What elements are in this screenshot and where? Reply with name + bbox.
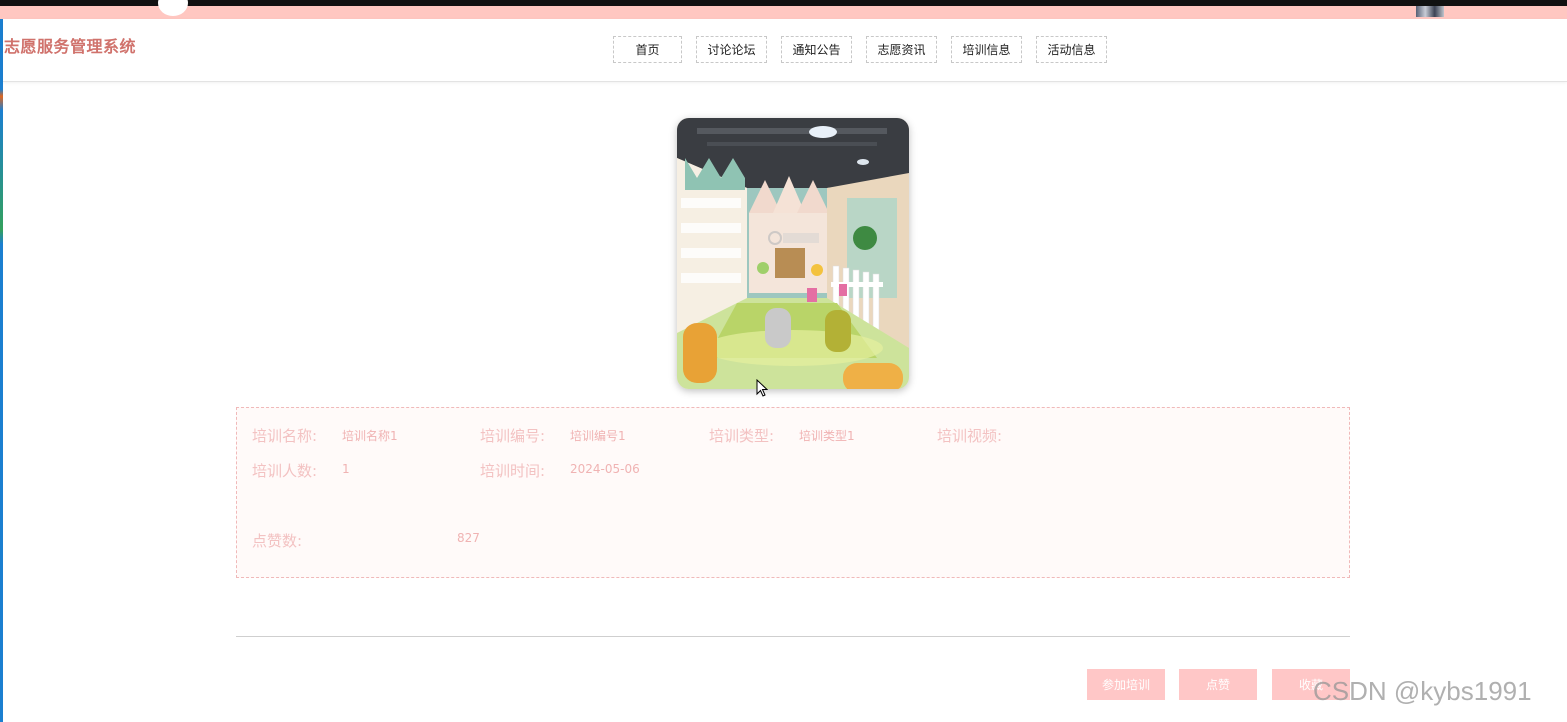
site-logo[interactable]: 志愿服务管理系统 <box>4 33 136 57</box>
training-photo <box>677 118 909 389</box>
main-nav: 首页 讨论论坛 通知公告 志愿资讯 培训信息 活动信息 <box>613 36 1107 63</box>
likes-label: 点赞数: <box>252 532 303 550</box>
classroom-photo-image <box>677 118 909 389</box>
nav-notice[interactable]: 通知公告 <box>781 36 852 63</box>
site-header: 志愿服务管理系统 首页 讨论论坛 通知公告 志愿资讯 培训信息 活动信息 <box>3 19 1567 82</box>
type-label: 培训类型: <box>709 427 775 445</box>
time-value: 2024-05-06 <box>570 462 640 476</box>
left-edge-strip <box>0 19 3 722</box>
code-label: 培训编号: <box>480 427 546 445</box>
code-value: 培训编号1 <box>570 429 626 443</box>
count-label: 培训人数: <box>252 462 318 480</box>
browser-top-strip <box>0 0 1567 19</box>
content-divider <box>236 636 1350 637</box>
video-label: 培训视频: <box>937 427 1003 445</box>
nav-home[interactable]: 首页 <box>613 36 682 63</box>
name-value: 培训名称1 <box>342 429 398 443</box>
nav-news[interactable]: 志愿资讯 <box>866 36 937 63</box>
strip-circle <box>158 0 188 16</box>
name-label: 培训名称: <box>252 427 318 445</box>
nav-forum[interactable]: 讨论论坛 <box>696 36 767 63</box>
likes-value: 827 <box>457 531 480 545</box>
top-dark-bar <box>0 0 1567 6</box>
mouse-pointer-icon <box>756 379 768 397</box>
join-training-button[interactable]: 参加培训 <box>1087 669 1165 700</box>
nav-activity[interactable]: 活动信息 <box>1036 36 1107 63</box>
nav-training[interactable]: 培训信息 <box>951 36 1022 63</box>
count-value: 1 <box>342 462 350 476</box>
time-label: 培训时间: <box>480 462 546 480</box>
like-button[interactable]: 点赞 <box>1179 669 1257 700</box>
csdn-watermark: CSDN @kybs1991 <box>1313 676 1532 706</box>
training-info-panel: 培训名称: 培训名称1 培训编号: 培训编号1 培训类型: 培训类型1 培训视频… <box>236 407 1350 578</box>
type-value: 培训类型1 <box>799 429 855 443</box>
strip-thumbnail <box>1416 6 1444 17</box>
